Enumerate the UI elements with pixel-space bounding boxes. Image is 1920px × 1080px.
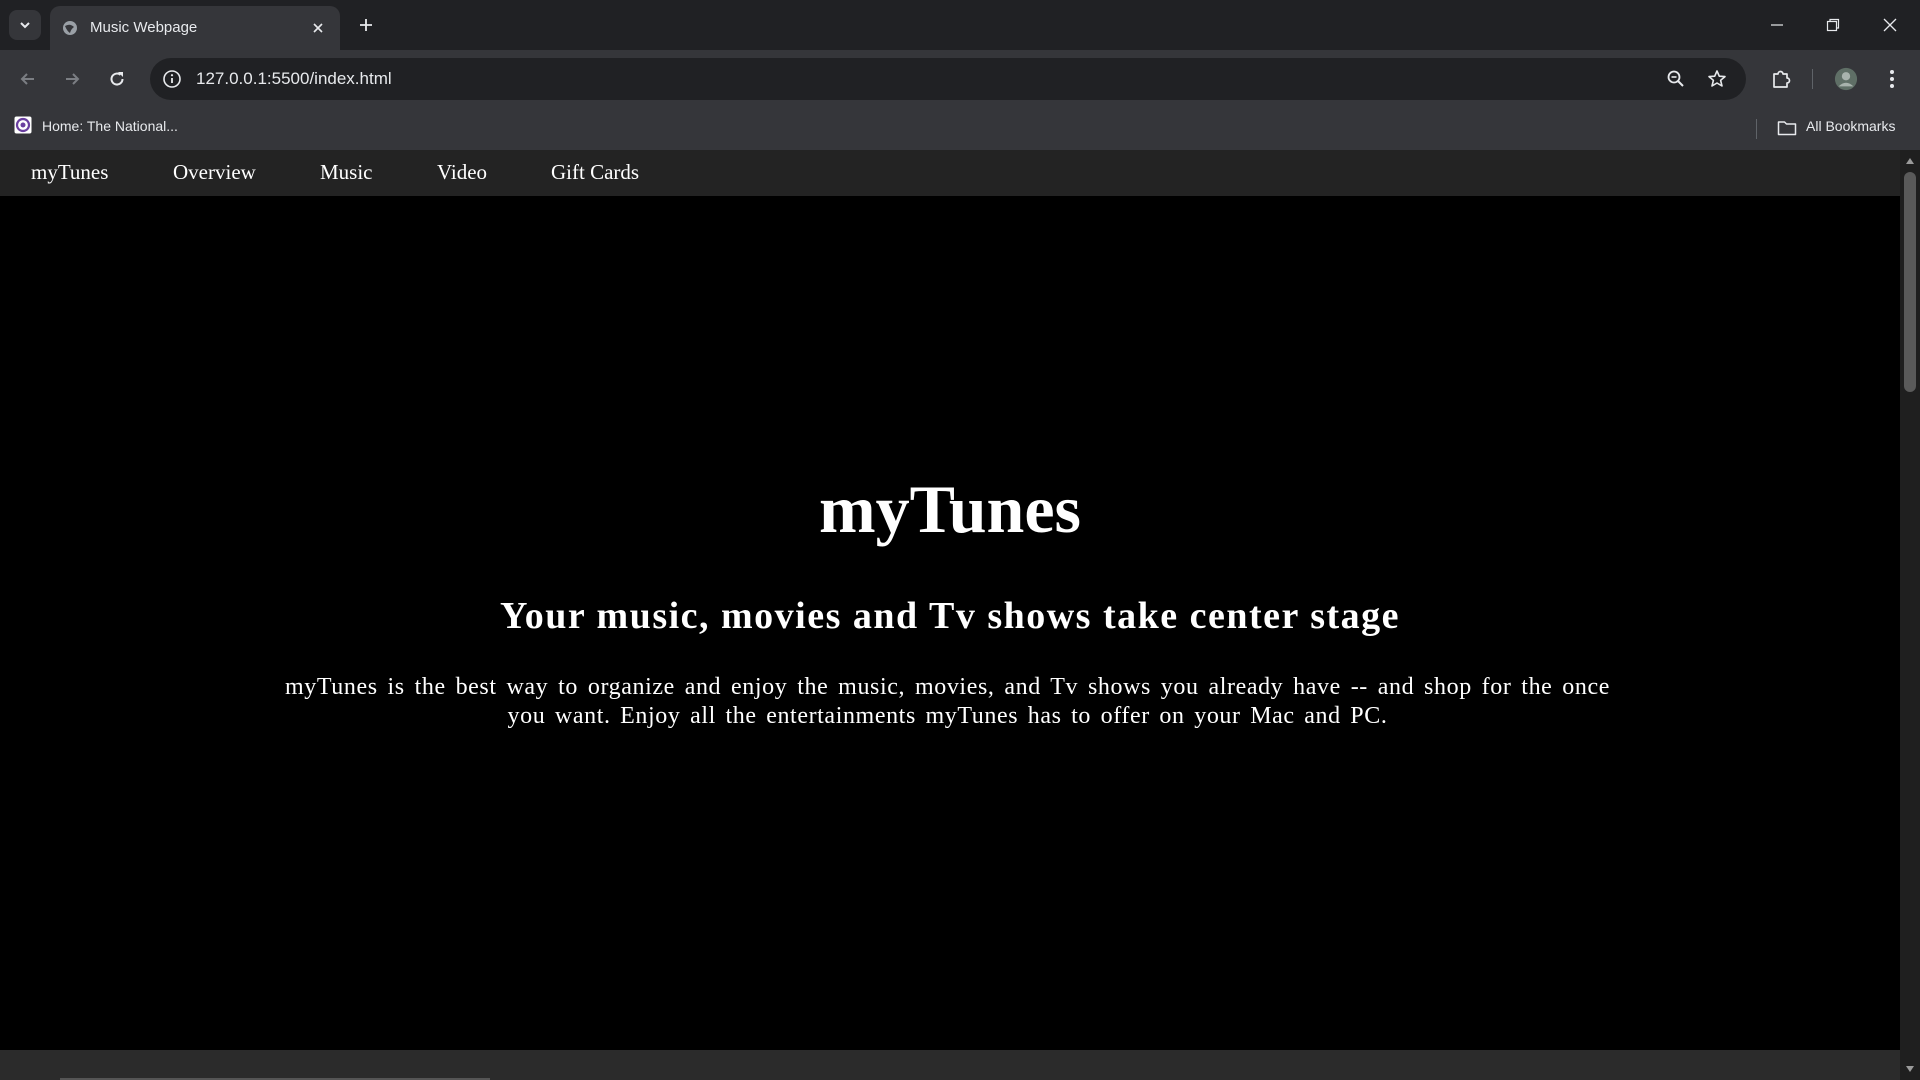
hero-title: myTunes [818,471,1082,547]
toolbar-divider [1812,69,1813,89]
info-icon[interactable] [162,69,182,89]
chevron-down-icon [18,18,32,32]
tab-strip: Music Webpage [0,0,1920,50]
zoom-out-icon[interactable] [1666,69,1686,89]
kebab-menu-icon[interactable] [1880,67,1904,91]
avatar-icon[interactable] [1834,67,1858,91]
bookmarks-divider [1756,119,1757,139]
plus-icon [358,17,374,33]
bookmarks-bar: Home: The National... All Bookmarks [0,108,1920,150]
nav-link-video[interactable]: Video [437,160,487,185]
nav-link-music[interactable]: Music [320,160,373,185]
tab-title: Music Webpage [90,19,198,36]
hero-subtitle: Your music, movies and Tv shows take cen… [499,595,1401,637]
nav-link-mytunes[interactable]: myTunes [31,160,108,185]
vertical-scrollbar[interactable] [1900,150,1920,1080]
minimize-icon [1770,18,1784,32]
arrow-left-icon [18,69,38,89]
all-bookmarks-button[interactable]: All Bookmarks [1806,118,1895,134]
scroll-up-icon[interactable] [1905,156,1915,166]
nav-link-overview[interactable]: Overview [173,160,256,185]
tab-active[interactable]: Music Webpage [50,6,340,50]
globe-icon [62,20,78,36]
folder-icon [1777,120,1797,136]
site-nav: myTunes Overview Music Video Gift Cards [0,150,1900,196]
nav-link-gift-cards[interactable]: Gift Cards [551,160,639,185]
browser-toolbar: 127.0.0.1:5500/index.html [0,50,1920,108]
arrow-right-icon [62,69,82,89]
horizontal-scrollbar[interactable] [0,1050,1900,1080]
minimize-button[interactable] [1763,12,1791,38]
page-viewport: myTunes Overview Music Video Gift Cards … [0,150,1900,1050]
back-button[interactable] [14,65,42,93]
restore-button[interactable] [1819,12,1847,38]
url-text: 127.0.0.1:5500/index.html [196,69,392,88]
puzzle-icon[interactable] [1769,67,1793,91]
national-logo-icon [14,116,32,134]
close-icon [1883,18,1897,32]
tab-close-icon[interactable] [308,18,328,38]
close-window-button[interactable] [1876,12,1904,38]
reload-icon [107,69,127,89]
bookmark-home-national[interactable]: Home: The National... [42,118,178,134]
restore-icon [1826,18,1840,32]
tab-search-button[interactable] [9,10,41,40]
new-tab-button[interactable] [354,13,378,37]
vertical-scrollbar-thumb[interactable] [1904,172,1916,392]
scroll-down-icon[interactable] [1905,1064,1915,1074]
address-bar[interactable]: 127.0.0.1:5500/index.html [150,58,1746,100]
forward-button[interactable] [58,65,86,93]
hero-description: myTunes is the best way to organize and … [285,674,1610,729]
reload-button[interactable] [103,65,131,93]
star-icon[interactable] [1707,69,1727,89]
